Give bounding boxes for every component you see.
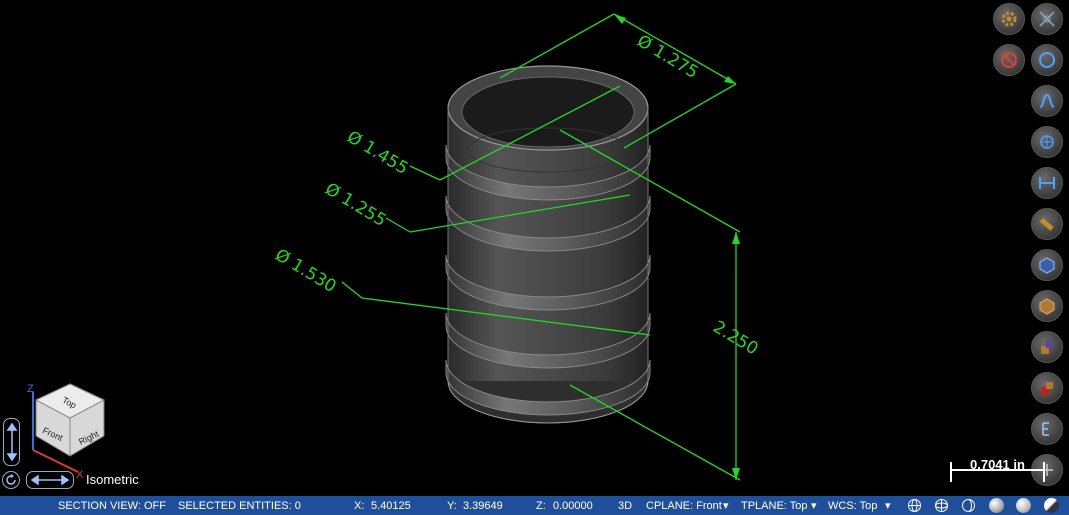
no-select-button[interactable]	[993, 44, 1025, 76]
z-coordinate-value: 0.00000	[553, 500, 593, 512]
x-coordinate-value: 5.40125	[371, 500, 411, 512]
cylinder-part[interactable]	[445, 65, 651, 424]
dim-diameter-1255[interactable]: Ø 1.255	[321, 179, 389, 231]
circle-button[interactable]	[1031, 44, 1063, 76]
dim-diameter-1530[interactable]: Ø 1.530	[271, 245, 339, 297]
status-bar: SECTION VIEW: OFF SELECTED ENTITIES: 0 X…	[0, 496, 1069, 515]
dimension-icon	[1039, 177, 1055, 189]
x-coordinate-label: X:	[354, 500, 365, 512]
view-name-label: Isometric	[86, 472, 139, 487]
sphere-shaded-icon[interactable]	[989, 498, 1004, 513]
gear-icon	[1001, 11, 1017, 27]
section-view-status[interactable]: SECTION VIEW: OFF	[58, 500, 166, 512]
measure-icon	[1039, 217, 1054, 231]
tplane-chevron-down-icon[interactable]: ▾	[811, 499, 817, 512]
z-coordinate-label: Z:	[536, 500, 546, 512]
selected-entities-status: SELECTED ENTITIES: 0	[178, 500, 301, 512]
rotate-control[interactable]	[2, 471, 20, 489]
left-right-arrow-icon	[30, 475, 70, 485]
circle-icon	[1039, 52, 1055, 68]
vertical-pan-control[interactable]	[3, 418, 20, 466]
up-down-arrow-icon	[6, 422, 17, 462]
section-icon	[1042, 422, 1049, 436]
cube-purple-icon	[1041, 341, 1053, 354]
globe-icon[interactable]	[907, 498, 922, 513]
tplane-selector[interactable]: TPLANE: Top	[741, 500, 807, 512]
rotate-icon	[6, 474, 16, 485]
globe-wire-icon[interactable]	[934, 498, 949, 513]
view-cube[interactable]: Z X Top Front Right	[27, 383, 106, 481]
dimension-button[interactable]	[1031, 167, 1063, 199]
wireframe-view-button[interactable]	[1031, 290, 1063, 322]
solid-icon	[1040, 135, 1054, 149]
section-button[interactable]	[1031, 413, 1063, 445]
color-button[interactable]	[1031, 372, 1063, 404]
view-mode-toggle[interactable]: 3D	[618, 500, 632, 512]
scale-label: 0.7041 in	[970, 457, 1025, 472]
wcs-selector[interactable]: WCS: Top	[828, 500, 877, 512]
sphere-light-icon[interactable]	[1016, 498, 1031, 513]
horizontal-pan-control[interactable]	[26, 471, 74, 489]
curve-button[interactable]	[1031, 85, 1063, 117]
cube-red-icon	[1041, 382, 1053, 395]
shaded-view-button[interactable]	[1031, 249, 1063, 281]
solid-button[interactable]	[1031, 126, 1063, 158]
axis-z-label: Z	[27, 383, 34, 395]
graphics-viewport[interactable]: Ø 1.275 Ø 1.455 Ø 1.255 Ø 1.530 2.250 Z …	[0, 0, 1069, 496]
move-icon	[1039, 11, 1055, 27]
dim-diameter-1275[interactable]: Ø 1.275	[633, 31, 701, 83]
y-coordinate-label: Y:	[447, 500, 457, 512]
dim-diameter-1455[interactable]: Ø 1.455	[343, 127, 411, 179]
axis-x-label: X	[76, 469, 84, 481]
cplane-chevron-down-icon[interactable]: ▾	[723, 499, 729, 512]
material-button[interactable]	[1031, 331, 1063, 363]
settings-button[interactable]	[993, 3, 1025, 35]
measure-button[interactable]	[1031, 208, 1063, 240]
sphere-outline-icon[interactable]	[961, 498, 976, 513]
y-coordinate-value: 3.39649	[463, 500, 503, 512]
no-icon	[1001, 52, 1017, 68]
curve-icon	[1039, 93, 1055, 108]
wcs-chevron-down-icon[interactable]: ▾	[885, 499, 891, 512]
cube-blue-icon	[1039, 257, 1055, 274]
scale-bar: 0.7041 in	[950, 457, 1045, 484]
cube-orange-icon	[1039, 298, 1055, 315]
move-button[interactable]	[1031, 3, 1063, 35]
cplane-selector[interactable]: CPLANE: Front	[646, 500, 722, 512]
sphere-section-icon[interactable]	[1044, 498, 1059, 513]
